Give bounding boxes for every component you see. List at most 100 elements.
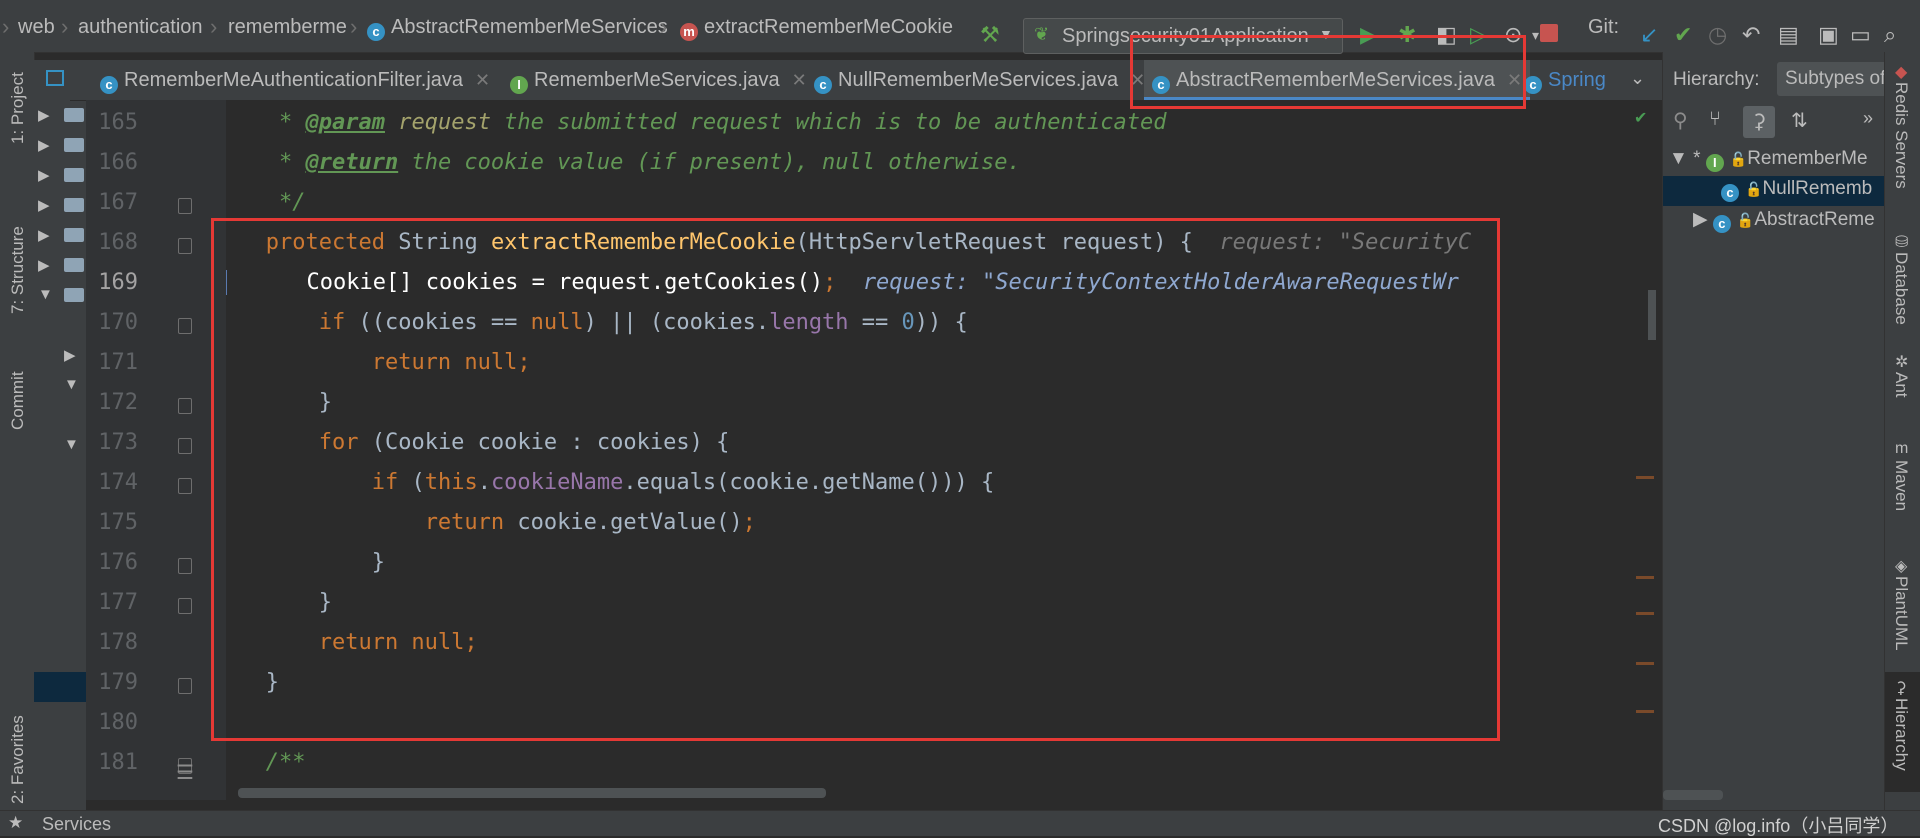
tab-nullremembermeservices[interactable]: c NullRememberMeServices.java ✕	[814, 60, 1145, 100]
hierarchy-tool-button[interactable]: Hierarchy	[1891, 698, 1911, 771]
close-icon[interactable]: ✕	[475, 70, 490, 90]
fold-marker-icon[interactable]	[178, 678, 192, 694]
tree-expand-icon[interactable]: ▶	[38, 256, 50, 274]
fold-marker-icon[interactable]	[178, 398, 192, 414]
git-label: Git:	[1588, 16, 1620, 38]
tab-label: NullRememberMeServices.java	[838, 69, 1119, 91]
commit-tool-button[interactable]: Commit	[8, 371, 28, 430]
javadoc-param-text: the submitted request which is to be aut…	[490, 110, 1167, 135]
fold-marker-icon[interactable]	[178, 478, 192, 494]
breadcrumb-item-web[interactable]: web	[18, 16, 55, 39]
tab-remembermeservices[interactable]: I RememberMeServices.java ✕	[510, 60, 807, 100]
favorites-tool-button[interactable]: 2: Favorites	[8, 715, 28, 804]
tree-selected-row[interactable]	[34, 672, 86, 702]
tab-spring[interactable]: c Spring	[1524, 60, 1606, 100]
breadcrumb-separator: ›	[350, 14, 358, 39]
tree-expand-icon[interactable]: ▶	[38, 136, 50, 154]
tree-expand-icon[interactable]: ▶	[38, 106, 50, 124]
tree-expand-icon[interactable]: ▶	[38, 226, 50, 244]
inspection-ok-icon[interactable]: ✔	[1634, 108, 1647, 128]
tree-expand-icon[interactable]: ▶	[38, 166, 50, 184]
class-icon: c	[1721, 184, 1739, 202]
hierarchy-class-icon[interactable]: ⚲	[1673, 108, 1688, 133]
project-icon	[46, 70, 64, 86]
hierarchy-title: Hierarchy:	[1673, 69, 1760, 90]
line-number: 178	[98, 630, 138, 655]
git-commit-icon[interactable]: ✔	[1674, 22, 1692, 48]
fold-marker-icon[interactable]	[178, 318, 192, 334]
hierarchy-icon: ⚳	[1895, 680, 1907, 697]
fold-marker-icon[interactable]	[178, 438, 192, 454]
terminal-icon[interactable]: ▣	[1818, 22, 1839, 48]
tree-collapse-icon[interactable]: ▼	[64, 436, 79, 453]
supertypes-icon[interactable]: ⑂	[1709, 108, 1721, 131]
error-stripe-mark[interactable]	[1636, 662, 1654, 665]
plantuml-tool-button[interactable]: PlantUML	[1891, 576, 1911, 651]
line-number: 175	[98, 510, 138, 535]
scrollbar-thumb[interactable]	[1648, 290, 1656, 340]
chevron-down-icon[interactable]: ▾	[1532, 22, 1539, 48]
stop-icon[interactable]	[1540, 24, 1558, 42]
hierarchy-item-label: AbstractReme	[1754, 209, 1875, 230]
error-stripe-mark[interactable]	[1636, 710, 1654, 713]
folder-icon	[64, 168, 84, 182]
line-number: 180	[98, 710, 138, 735]
tree-expand-icon[interactable]: ▶	[64, 346, 76, 364]
hierarchy-subtypes-tab[interactable]: Subtypes of	[1777, 62, 1894, 96]
git-history-icon[interactable]: ◷	[1708, 22, 1727, 48]
structure-tool-button[interactable]: 7: Structure	[8, 226, 28, 314]
breadcrumb-item-rememberme[interactable]: rememberme	[228, 16, 347, 39]
tree-collapse-icon[interactable]: ▼	[38, 286, 53, 303]
fold-marker-icon[interactable]	[178, 598, 192, 614]
maven-tool-button[interactable]: Maven	[1891, 460, 1911, 511]
database-tool-button[interactable]: Database	[1891, 252, 1911, 325]
tab-label: Spring	[1548, 69, 1606, 91]
hierarchy-item[interactable]: c 🔓NullRememb	[1721, 178, 1872, 202]
more-options-icon[interactable]: »	[1863, 108, 1873, 129]
horizontal-scrollbar-thumb[interactable]	[238, 788, 826, 798]
fold-marker-icon[interactable]	[178, 198, 192, 214]
tree-collapse-icon[interactable]: ▼	[64, 376, 79, 393]
javadoc-return-text: the cookie value (if present), null othe…	[398, 150, 1021, 175]
error-stripe-mark[interactable]	[1636, 612, 1654, 615]
hierarchy-item[interactable]: ▶ c 🔓AbstractReme	[1693, 208, 1875, 233]
lock-icon: 🔓	[1729, 151, 1748, 167]
fold-marker-icon[interactable]	[178, 558, 192, 574]
presentation-icon[interactable]: ▭	[1850, 22, 1871, 48]
star-icon: ★	[8, 813, 24, 832]
search-icon[interactable]: ⌕	[1884, 22, 1896, 48]
project-tool-button[interactable]: 1: Project	[8, 72, 28, 144]
breadcrumb-item-method[interactable]: m extractRememberMeCookie	[680, 16, 953, 41]
tab-list-chevron-icon[interactable]: ⌄	[1630, 68, 1645, 89]
hierarchy-scrollbar[interactable]	[1663, 790, 1723, 800]
line-number: 167	[98, 190, 138, 215]
error-stripe-mark[interactable]	[1636, 476, 1654, 479]
tree-expand-icon[interactable]: ▶	[38, 196, 50, 214]
ant-icon: ✲	[1895, 354, 1909, 371]
annotation-box-run-and-tab	[1130, 35, 1526, 109]
build-hammer-icon[interactable]: ⚒	[980, 22, 1000, 48]
hierarchy-panel: Hierarchy: Subtypes of ⚲ ⑂ ⚳ ⇅ » ▼ * I 🔓R…	[1662, 52, 1894, 810]
doc-render-icon[interactable]: ☰	[176, 760, 194, 785]
error-stripe-mark[interactable]	[1636, 576, 1654, 579]
code-line-181: /**	[226, 743, 306, 783]
breadcrumb-item-class[interactable]: c AbstractRememberMeServices	[367, 16, 668, 41]
hierarchy-item-label: NullRememb	[1762, 178, 1873, 199]
status-bar: ★ Services CSDN @log.info（小吕同学）	[0, 810, 1920, 836]
ant-tool-button[interactable]: Ant	[1891, 372, 1911, 398]
rollback-icon[interactable]: ↶	[1742, 22, 1760, 48]
fold-marker-icon[interactable]	[178, 238, 192, 254]
tab-label: RememberMeServices.java	[534, 69, 780, 91]
folder-icon	[64, 288, 84, 302]
close-icon[interactable]: ✕	[792, 70, 807, 90]
sort-alphabetically-icon[interactable]: ⇅	[1791, 108, 1808, 133]
breadcrumb-item-authentication[interactable]: authentication	[78, 16, 203, 39]
tab-remembermeauthenticationfilter[interactable]: c RememberMeAuthenticationFilter.java ✕	[100, 60, 490, 100]
redis-servers-tool-button[interactable]: Redis Servers	[1891, 82, 1911, 189]
git-update-icon[interactable]: ↙	[1640, 22, 1658, 48]
services-tool-button[interactable]: Services	[42, 814, 111, 835]
hierarchy-item[interactable]: ▼ * I 🔓RememberMe	[1669, 148, 1868, 172]
project-structure-icon[interactable]: ▤	[1778, 22, 1799, 48]
class-icon: c	[814, 76, 832, 94]
subtypes-icon[interactable]: ⚳	[1743, 106, 1775, 138]
